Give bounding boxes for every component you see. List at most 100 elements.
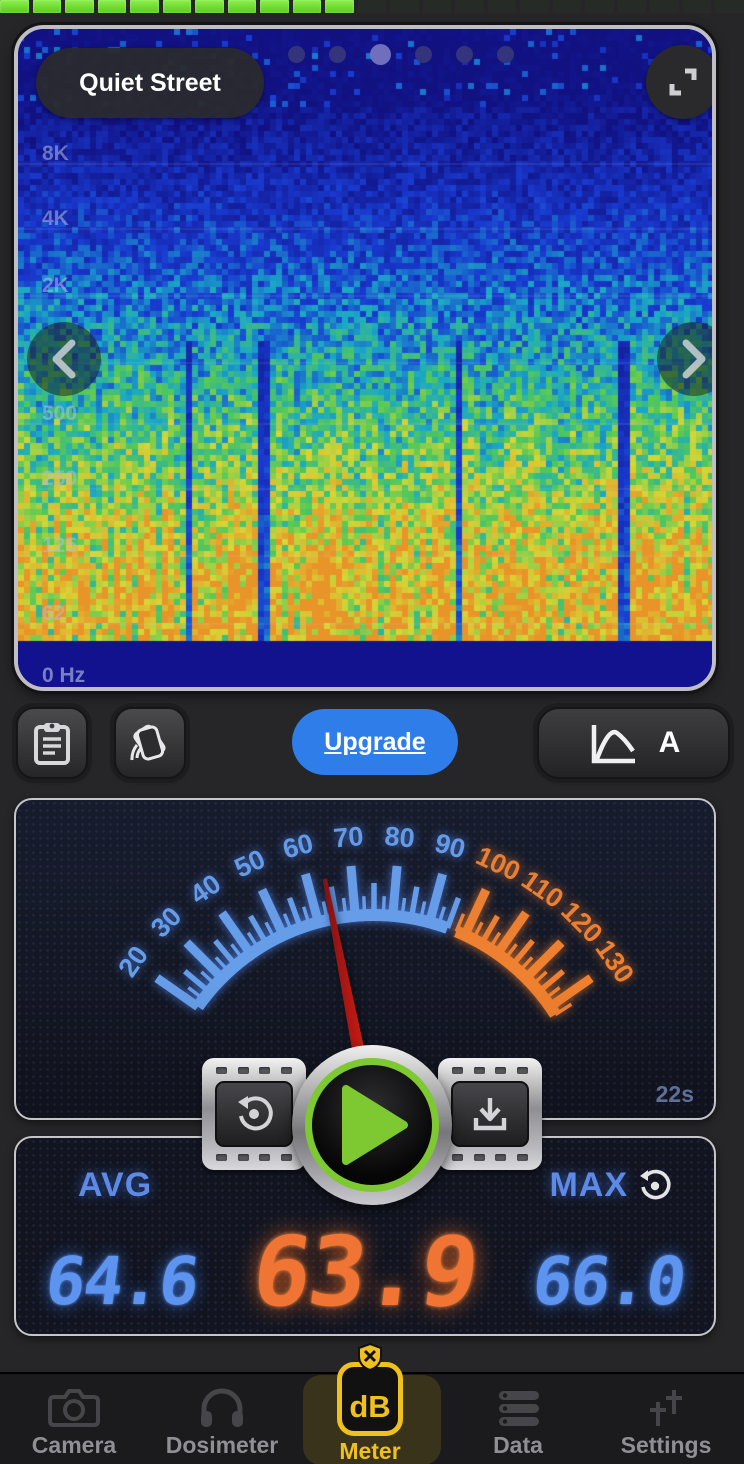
save-wing bbox=[438, 1058, 542, 1170]
weighting-curve-icon bbox=[587, 721, 639, 765]
spectrogram-canvas[interactable] bbox=[18, 29, 712, 687]
headphones-icon bbox=[199, 1387, 245, 1429]
svg-text:80: 80 bbox=[383, 821, 416, 854]
tab-settings[interactable]: Settings bbox=[592, 1374, 740, 1464]
freq-label-125: 125 bbox=[42, 534, 77, 558]
led-segment bbox=[325, 0, 354, 13]
led-segment bbox=[228, 0, 257, 13]
fullscreen-button[interactable] bbox=[646, 45, 716, 119]
tab-bar: Camera Dosimeter dB Meter bbox=[0, 1372, 744, 1464]
current-value: 63.9 bbox=[247, 1216, 484, 1328]
led-segment bbox=[488, 0, 517, 13]
notes-button[interactable] bbox=[16, 707, 88, 779]
led-segment bbox=[390, 0, 419, 13]
clipboard-icon bbox=[32, 721, 72, 765]
tab-label-camera: Camera bbox=[32, 1432, 116, 1459]
play-button[interactable] bbox=[292, 1045, 452, 1205]
film-perforation bbox=[216, 1067, 292, 1074]
freq-label-2k: 2K bbox=[42, 274, 69, 298]
film-perforation bbox=[452, 1067, 528, 1074]
svg-text:40: 40 bbox=[185, 868, 227, 910]
decibel-meter-app: 8K 4K 2K 500 250 125 62 0 Hz Quiet Street bbox=[0, 0, 744, 1464]
led-segment bbox=[0, 0, 29, 13]
elapsed-time: 22s bbox=[656, 1081, 694, 1108]
freq-label-62: 62 bbox=[42, 602, 65, 626]
reset-icon bbox=[234, 1094, 274, 1134]
upgrade-label: Upgrade bbox=[324, 728, 425, 757]
svg-text:110: 110 bbox=[516, 864, 569, 914]
tab-label-data: Data bbox=[493, 1432, 543, 1459]
download-icon bbox=[470, 1094, 510, 1134]
freq-label-0hz: 0 Hz bbox=[42, 664, 85, 688]
max-value: 66.0 bbox=[528, 1243, 688, 1320]
fanned-cards-icon bbox=[127, 720, 173, 766]
led-level-bar bbox=[0, 0, 744, 14]
freq-label-8k: 8K bbox=[42, 142, 69, 166]
chevron-left-icon bbox=[47, 337, 81, 381]
svg-text:130: 130 bbox=[590, 934, 640, 988]
film-perforation bbox=[216, 1154, 292, 1161]
reset-max-icon[interactable] bbox=[638, 1169, 672, 1203]
tab-camera[interactable]: Camera bbox=[0, 1374, 148, 1464]
camera-icon bbox=[48, 1387, 100, 1429]
reset-wing bbox=[202, 1058, 306, 1170]
tab-label-dosimeter: Dosimeter bbox=[166, 1432, 278, 1459]
led-segment bbox=[650, 0, 679, 13]
freq-label-500: 500 bbox=[42, 402, 77, 426]
led-segment bbox=[98, 0, 127, 13]
expand-icon bbox=[664, 63, 702, 101]
tab-label-settings: Settings bbox=[621, 1432, 712, 1459]
tab-dosimeter[interactable]: Dosimeter bbox=[148, 1374, 296, 1464]
led-segment bbox=[195, 0, 224, 13]
max-row: MAX bbox=[549, 1166, 672, 1205]
max-label: MAX bbox=[549, 1166, 628, 1205]
led-segment bbox=[553, 0, 582, 13]
led-segment bbox=[130, 0, 159, 13]
weighting-label: A bbox=[659, 726, 681, 760]
film-perforation bbox=[452, 1154, 528, 1161]
page-dot[interactable] bbox=[288, 46, 305, 63]
upgrade-button[interactable]: Upgrade bbox=[292, 709, 458, 775]
svg-text:30: 30 bbox=[145, 901, 187, 943]
svg-text:20: 20 bbox=[112, 941, 154, 983]
led-segment bbox=[455, 0, 484, 13]
led-segment bbox=[423, 0, 452, 13]
save-recording-button[interactable] bbox=[451, 1081, 529, 1147]
led-segment bbox=[260, 0, 289, 13]
reset-button[interactable] bbox=[215, 1081, 293, 1147]
led-segment bbox=[65, 0, 94, 13]
page-dot[interactable] bbox=[415, 46, 432, 63]
avg-label: AVG bbox=[78, 1166, 152, 1205]
led-segment bbox=[163, 0, 192, 13]
page-dot[interactable] bbox=[456, 46, 473, 63]
svg-text:90: 90 bbox=[432, 828, 469, 865]
led-segment bbox=[358, 0, 387, 13]
tab-data[interactable]: Data bbox=[444, 1374, 592, 1464]
frequency-weighting-button[interactable]: A bbox=[537, 707, 730, 779]
preset-name-label: Quiet Street bbox=[79, 69, 221, 98]
page-dot[interactable] bbox=[497, 46, 514, 63]
preset-name-pill[interactable]: Quiet Street bbox=[36, 48, 264, 118]
db-badge-label: dB bbox=[349, 1389, 390, 1425]
led-segment bbox=[715, 0, 744, 13]
freq-label-4k: 4K bbox=[42, 207, 69, 231]
svg-text:60: 60 bbox=[280, 828, 317, 865]
svg-text:100: 100 bbox=[471, 841, 525, 887]
tab-meter[interactable]: dB Meter bbox=[296, 1374, 444, 1464]
tab-label-meter: Meter bbox=[339, 1438, 400, 1464]
avg-value: 64.6 bbox=[41, 1243, 201, 1320]
led-segment bbox=[618, 0, 647, 13]
prev-page-button[interactable] bbox=[27, 322, 101, 396]
freq-label-250: 250 bbox=[42, 467, 77, 491]
page-dot[interactable] bbox=[329, 46, 346, 63]
gauge-orange-scale: 100110120130 bbox=[456, 841, 640, 1015]
data-list-icon bbox=[495, 1388, 541, 1428]
svg-text:70: 70 bbox=[332, 821, 365, 854]
led-segment bbox=[585, 0, 614, 13]
page-dot[interactable] bbox=[370, 44, 391, 65]
spectrogram-panel[interactable]: 8K 4K 2K 500 250 125 62 0 Hz Quiet Street bbox=[14, 25, 716, 691]
display-mode-button[interactable] bbox=[114, 707, 186, 779]
shield-icon bbox=[357, 1343, 383, 1371]
gauge-blue-scale: 2030405060708090 bbox=[112, 821, 468, 1007]
page-indicator[interactable] bbox=[288, 39, 528, 69]
